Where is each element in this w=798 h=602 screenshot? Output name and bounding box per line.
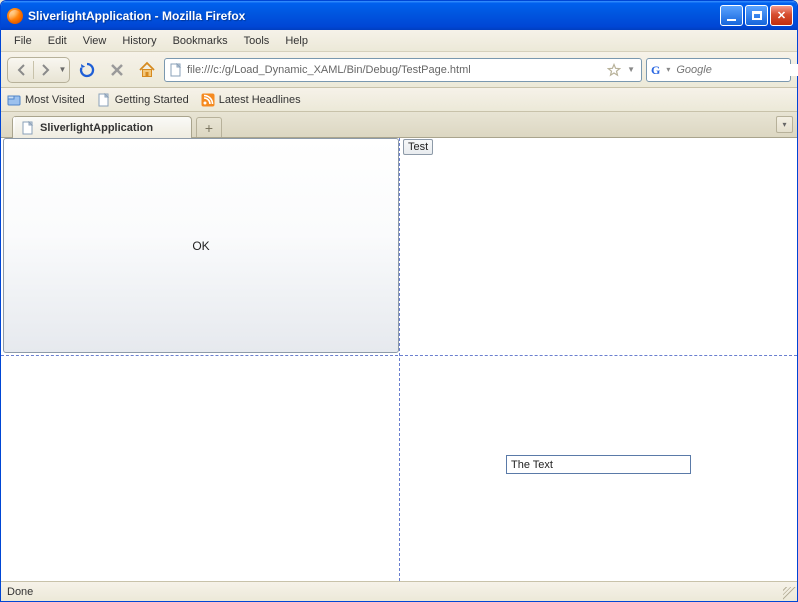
bookmark-star-icon[interactable]: [607, 63, 621, 77]
tab-active[interactable]: SliverlightApplication: [12, 116, 192, 138]
url-bar[interactable]: ▼: [164, 58, 642, 82]
maximize-button[interactable]: [745, 5, 768, 26]
menu-tools[interactable]: Tools: [237, 33, 277, 49]
window-titlebar: SliverlightApplication - Mozilla Firefox…: [1, 1, 797, 30]
close-button[interactable]: ✕: [770, 5, 793, 26]
bookmark-label: Most Visited: [25, 94, 85, 106]
status-bar: Done: [1, 581, 797, 601]
stop-button[interactable]: [104, 57, 130, 83]
page-content: OK Test: [1, 138, 797, 581]
status-text: Done: [7, 586, 33, 598]
menu-view[interactable]: View: [76, 33, 114, 49]
search-bar[interactable]: G ▾: [646, 58, 791, 82]
nav-back-forward-group: ▼: [7, 57, 70, 83]
bookmark-label: Getting Started: [115, 94, 189, 106]
menu-help[interactable]: Help: [278, 33, 315, 49]
reload-icon: [78, 61, 96, 79]
menu-bar: File Edit View History Bookmarks Tools H…: [1, 30, 797, 52]
new-tab-button[interactable]: +: [196, 117, 222, 137]
url-input[interactable]: [187, 64, 603, 76]
minimize-button[interactable]: [720, 5, 743, 26]
ok-button-label: OK: [192, 239, 209, 253]
test-button[interactable]: Test: [403, 139, 433, 155]
menu-file[interactable]: File: [7, 33, 39, 49]
silverlight-grid: OK Test: [1, 138, 797, 581]
test-button-label: Test: [408, 141, 428, 153]
folder-blue-icon: [7, 93, 21, 107]
resize-grip[interactable]: [783, 587, 796, 600]
menu-edit[interactable]: Edit: [41, 33, 74, 49]
tab-list-dropdown[interactable]: ▾: [776, 116, 793, 133]
bookmark-label: Latest Headlines: [219, 94, 301, 106]
tab-label: SliverlightApplication: [40, 122, 153, 134]
arrow-left-icon: [15, 63, 29, 77]
back-button[interactable]: [11, 59, 33, 81]
home-button[interactable]: [134, 57, 160, 83]
reload-button[interactable]: [74, 57, 100, 83]
rss-icon: [201, 93, 215, 107]
navigation-toolbar: ▼ ▼ G ▾: [1, 52, 797, 88]
ok-button[interactable]: OK: [3, 138, 399, 353]
bookmarks-toolbar: Most Visited Getting Started Latest Head…: [1, 88, 797, 112]
grid-divider-vertical: [399, 138, 400, 581]
url-dropdown[interactable]: ▼: [625, 65, 637, 74]
tab-strip: SliverlightApplication + ▾: [1, 112, 797, 138]
search-engine-dropdown[interactable]: ▾: [664, 65, 672, 74]
grid-divider-horizontal: [1, 355, 797, 356]
bookmark-latest-headlines[interactable]: Latest Headlines: [201, 93, 301, 107]
window-controls: ✕: [720, 5, 793, 26]
arrow-right-icon: [38, 63, 52, 77]
home-icon: [138, 61, 156, 79]
stop-icon: [109, 62, 125, 78]
search-input[interactable]: [676, 64, 798, 76]
firefox-icon: [7, 8, 23, 24]
nav-history-dropdown[interactable]: ▼: [56, 65, 69, 74]
forward-button[interactable]: [34, 59, 56, 81]
menu-history[interactable]: History: [115, 33, 163, 49]
window-title: SliverlightApplication - Mozilla Firefox: [28, 9, 720, 23]
bookmark-getting-started[interactable]: Getting Started: [97, 93, 189, 107]
page-icon: [97, 93, 111, 107]
page-icon: [169, 63, 183, 77]
bookmark-most-visited[interactable]: Most Visited: [7, 93, 85, 107]
search-engine-icon[interactable]: G: [651, 63, 660, 77]
text-input[interactable]: [506, 455, 691, 474]
menu-bookmarks[interactable]: Bookmarks: [166, 33, 235, 49]
page-icon: [21, 121, 35, 135]
